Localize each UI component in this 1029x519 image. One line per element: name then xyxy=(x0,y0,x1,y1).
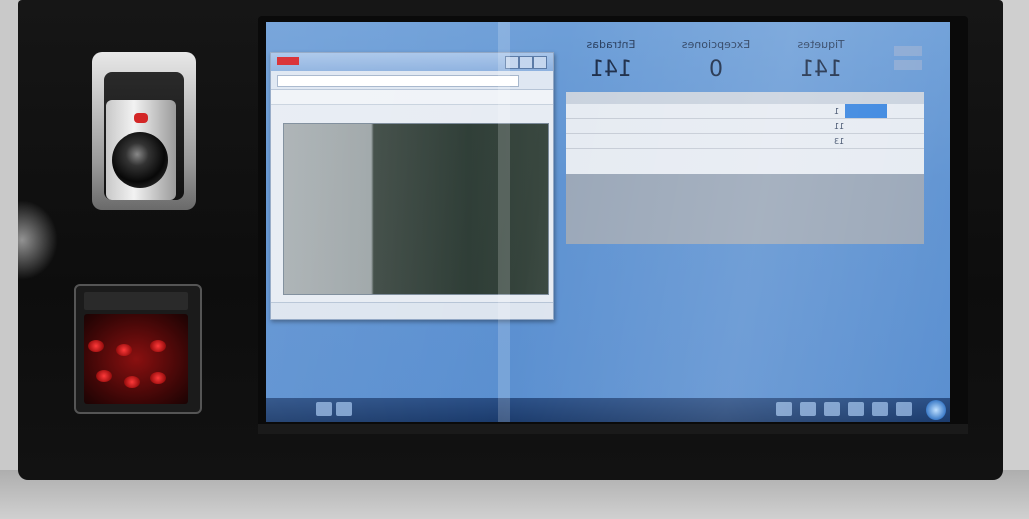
side-button[interactable] xyxy=(894,60,922,70)
row-id: 1 xyxy=(834,106,840,116)
taskbar-app-icon[interactable] xyxy=(776,402,792,416)
data-grid: 1 11 13 xyxy=(566,92,924,174)
taskbar-app-icon[interactable] xyxy=(848,402,864,416)
monitor-chin xyxy=(258,424,968,434)
taskbar-app-icon[interactable] xyxy=(824,402,840,416)
monitor-screen[interactable]: Entradas 141 Excepciones 0 Tiquetes 141 … xyxy=(266,22,950,422)
screen-glare xyxy=(498,22,510,422)
stat-label: Tiquetes xyxy=(797,38,845,51)
grid-header xyxy=(566,92,924,104)
close-icon[interactable] xyxy=(533,56,547,69)
row-id: 11 xyxy=(834,121,845,131)
taskbar-clock[interactable] xyxy=(276,402,304,416)
video-window[interactable] xyxy=(270,52,554,320)
stat-value: 141 xyxy=(590,57,632,82)
stat-label: Entradas xyxy=(586,38,636,51)
fingerprint-scanner-icon[interactable] xyxy=(84,314,188,404)
taskbar[interactable] xyxy=(266,398,950,422)
scanner-light xyxy=(150,340,166,352)
scanner-light xyxy=(88,340,104,352)
camera-led-icon xyxy=(134,113,148,123)
stat-entradas: Entradas 141 xyxy=(566,38,656,82)
scanner-light xyxy=(124,376,140,388)
row-select-cell[interactable] xyxy=(845,104,888,118)
stat-tiquetes: Tiquetes 141 xyxy=(776,38,866,82)
taskbar-app-icon[interactable] xyxy=(872,402,888,416)
window-statusbar xyxy=(271,302,553,319)
window-titlebar[interactable] xyxy=(271,53,553,71)
address-bar[interactable] xyxy=(271,71,553,90)
scanner-light xyxy=(150,372,166,384)
table-row[interactable]: 11 xyxy=(566,119,924,134)
stat-value: 0 xyxy=(709,57,723,82)
maximize-icon[interactable] xyxy=(519,56,533,69)
row-id: 13 xyxy=(834,136,845,146)
background-wall-right xyxy=(999,0,1029,519)
side-button[interactable] xyxy=(894,46,922,56)
tray-icon[interactable] xyxy=(316,402,332,416)
app-logo-icon xyxy=(277,57,299,65)
background-wall-left xyxy=(0,0,18,519)
app-stats-bar: Entradas 141 Excepciones 0 Tiquetes 141 xyxy=(566,38,926,98)
taskbar-app-icon[interactable] xyxy=(896,402,912,416)
tray-icon[interactable] xyxy=(336,402,352,416)
address-input[interactable] xyxy=(277,75,519,87)
scanner-top-bezel xyxy=(84,292,188,310)
stat-excepciones: Excepciones 0 xyxy=(666,38,766,82)
table-row[interactable]: 13 xyxy=(566,134,924,149)
scanner-light xyxy=(96,370,112,382)
stat-value: 141 xyxy=(800,57,842,82)
stat-label: Excepciones xyxy=(681,38,751,51)
scanner-light xyxy=(116,344,132,356)
taskbar-app-icon[interactable] xyxy=(800,402,816,416)
table-row[interactable]: 1 xyxy=(566,104,924,119)
window-toolbar[interactable] xyxy=(271,90,553,105)
app-side-buttons xyxy=(894,46,922,86)
camera-icon xyxy=(112,132,168,188)
windows-start-icon[interactable] xyxy=(926,400,946,420)
